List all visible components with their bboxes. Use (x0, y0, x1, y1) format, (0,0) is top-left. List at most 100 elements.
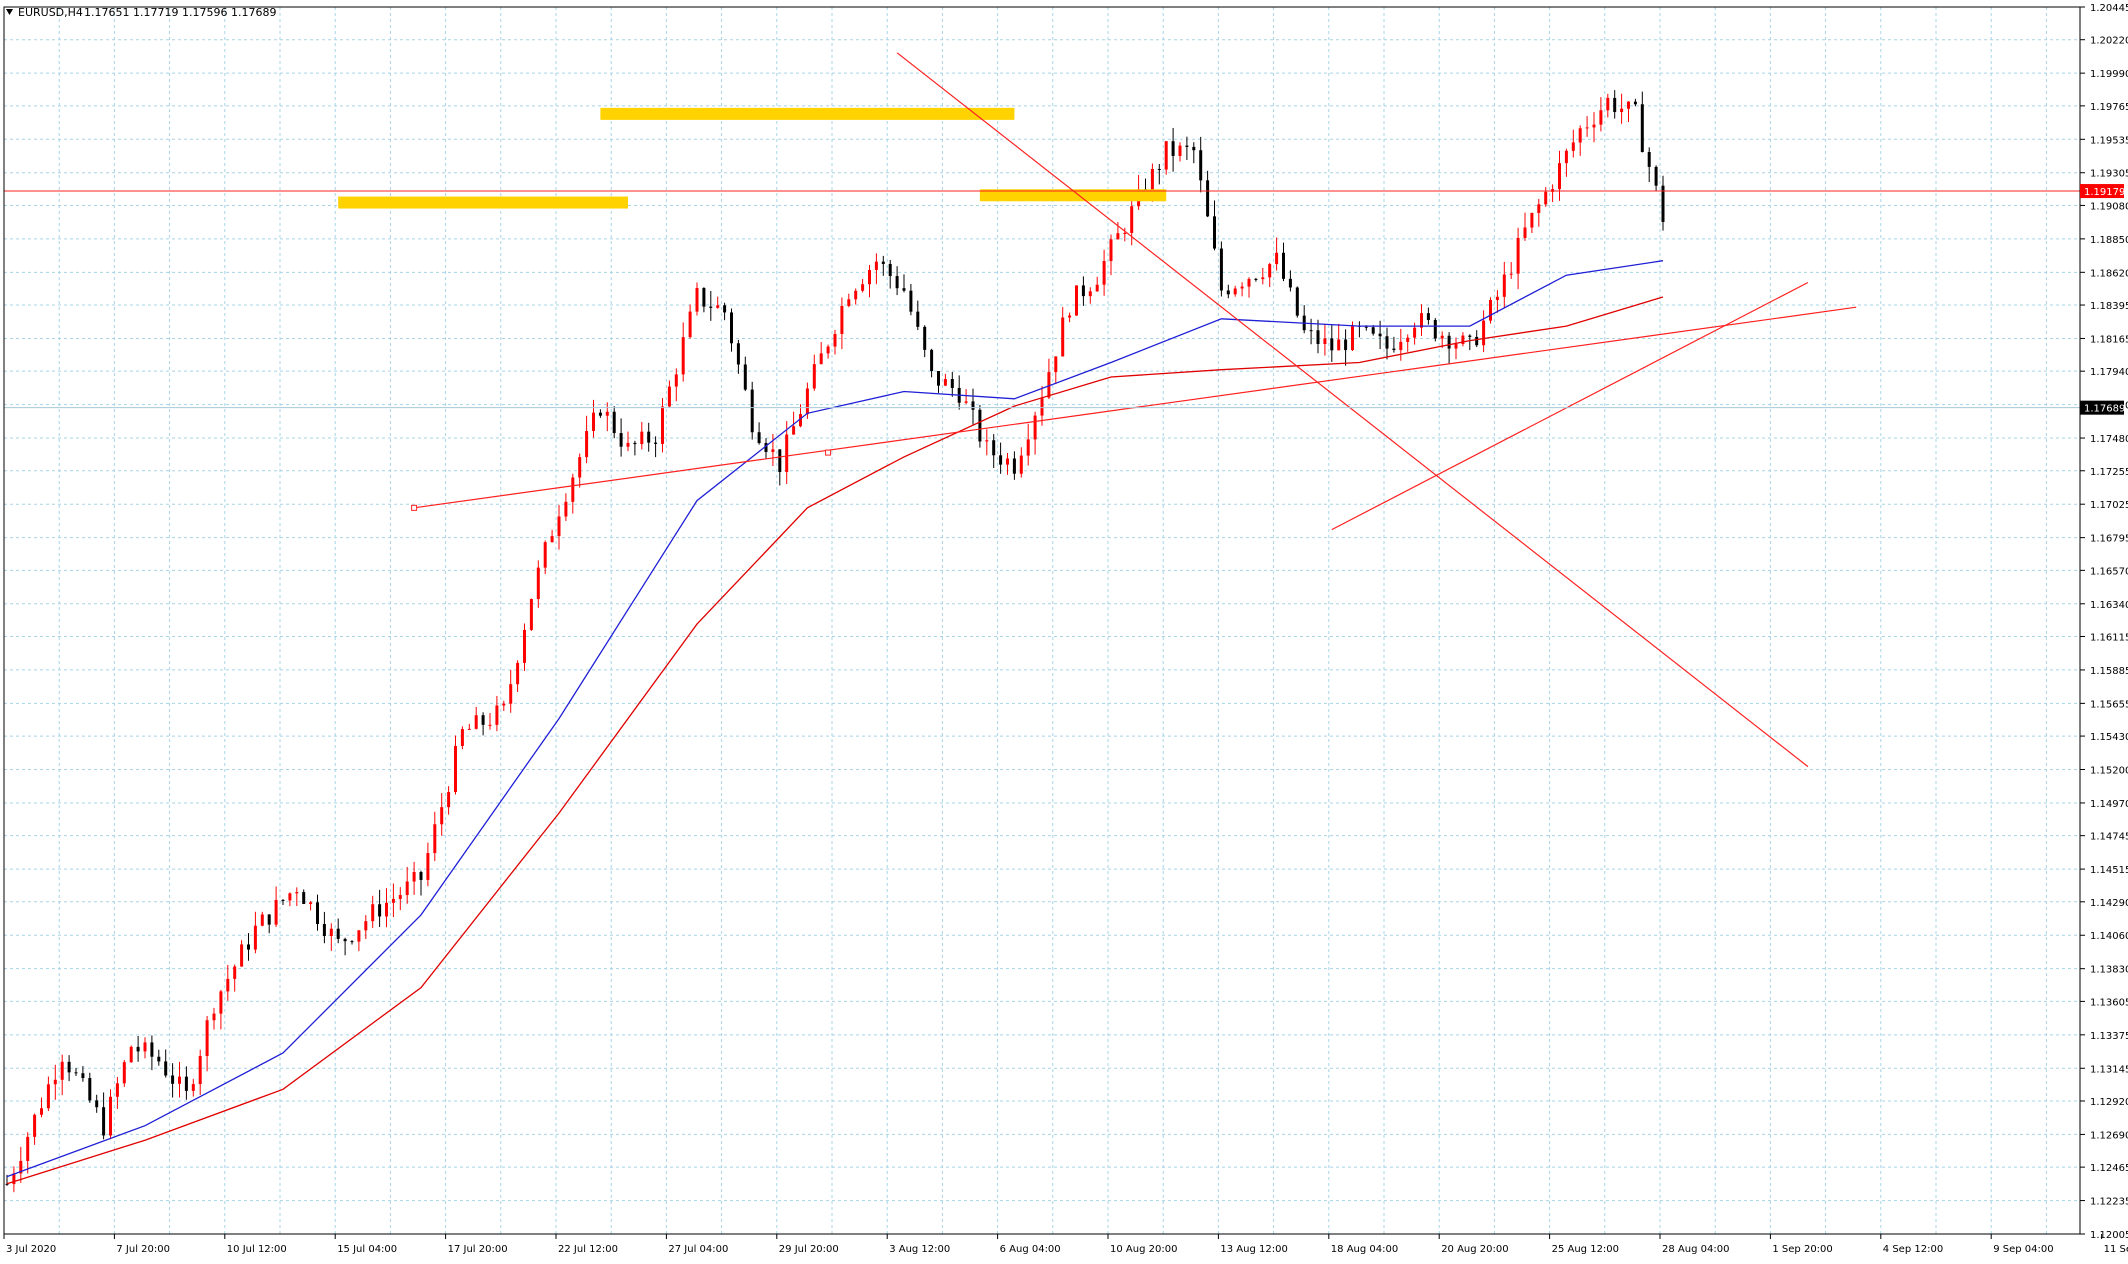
bull-candle[interactable] (1599, 110, 1603, 125)
bull-candle[interactable] (1054, 356, 1058, 373)
bull-candle[interactable] (1275, 252, 1279, 265)
bear-candle[interactable] (709, 306, 713, 308)
bear-candle[interactable] (184, 1076, 188, 1091)
bull-candle[interactable] (771, 449, 775, 452)
bull-candle[interactable] (440, 807, 444, 825)
bear-candle[interactable] (378, 904, 382, 917)
bull-candle[interactable] (1406, 337, 1410, 342)
bear-candle[interactable] (971, 401, 975, 410)
bear-candle[interactable] (1468, 335, 1472, 337)
bear-candle[interactable] (612, 411, 616, 434)
bear-candle[interactable] (481, 715, 485, 725)
bear-candle[interactable] (1288, 278, 1292, 288)
bear-candle[interactable] (654, 442, 658, 444)
bull-candle[interactable] (667, 386, 671, 407)
bear-candle[interactable] (1192, 146, 1196, 151)
bear-candle[interactable] (1447, 335, 1451, 349)
bear-candle[interactable] (171, 1075, 175, 1084)
bull-candle[interactable] (1502, 274, 1506, 297)
bull-candle[interactable] (219, 991, 223, 1014)
bull-candle[interactable] (661, 406, 664, 444)
bull-candle[interactable] (1337, 339, 1341, 351)
bull-candle[interactable] (240, 944, 244, 967)
bull-candle[interactable] (578, 457, 582, 478)
bull-candle[interactable] (529, 598, 533, 630)
resistance-zone[interactable] (338, 196, 628, 209)
bear-candle[interactable] (743, 364, 747, 390)
bear-candle[interactable] (81, 1073, 85, 1079)
bull-candle[interactable] (1123, 232, 1127, 234)
bear-candle[interactable] (902, 288, 906, 291)
bull-candle[interactable] (943, 379, 947, 386)
bull-candle[interactable] (1544, 191, 1548, 205)
bear-candle[interactable] (1640, 104, 1644, 153)
bull-candle[interactable] (198, 1055, 202, 1085)
bear-candle[interactable] (1475, 336, 1479, 346)
bull-candle[interactable] (129, 1046, 133, 1063)
bull-candle[interactable] (1627, 101, 1630, 109)
bull-candle[interactable] (460, 729, 464, 746)
bull-candle[interactable] (516, 662, 520, 685)
bull-candle[interactable] (447, 792, 451, 808)
bear-candle[interactable] (1206, 180, 1210, 217)
bull-candle[interactable] (847, 299, 851, 306)
bull-candle[interactable] (1620, 108, 1624, 113)
bear-candle[interactable] (1282, 252, 1285, 279)
bull-candle[interactable] (1454, 343, 1458, 349)
bear-candle[interactable] (1371, 327, 1375, 334)
bear-candle[interactable] (1654, 166, 1658, 186)
bull-candle[interactable] (571, 477, 575, 502)
bear-candle[interactable] (888, 263, 892, 277)
bull-candle[interactable] (812, 364, 816, 389)
bear-candle[interactable] (909, 290, 913, 312)
bear-candle[interactable] (757, 432, 761, 444)
bull-candle[interactable] (364, 921, 368, 931)
bull-candle[interactable] (1247, 278, 1251, 287)
bear-candle[interactable] (937, 371, 940, 386)
bear-candle[interactable] (647, 431, 651, 443)
bear-candle[interactable] (316, 902, 319, 924)
bull-candle[interactable] (605, 411, 609, 416)
bull-candle[interactable] (40, 1108, 43, 1115)
bear-candle[interactable] (267, 914, 271, 925)
bull-candle[interactable] (1040, 397, 1044, 416)
bull-candle[interactable] (53, 1079, 57, 1085)
chart-window[interactable]: 1.20445 1.20220 1.19990 1.19765 1.19535 1.193… (0, 0, 2128, 1260)
trendline-anchor[interactable] (825, 449, 832, 456)
bull-candle[interactable] (1178, 145, 1182, 156)
bear-candle[interactable] (1213, 216, 1216, 249)
bull-candle[interactable] (1489, 299, 1492, 321)
bear-candle[interactable] (1157, 168, 1161, 170)
bull-candle[interactable] (1095, 284, 1099, 292)
bear-candle[interactable] (1433, 319, 1437, 339)
bull-candle[interactable] (1606, 97, 1610, 111)
bull-candle[interactable] (1413, 327, 1417, 338)
bear-candle[interactable] (1613, 97, 1617, 113)
bear-candle[interactable] (923, 326, 927, 350)
bull-candle[interactable] (585, 430, 589, 458)
bear-candle[interactable] (1364, 326, 1368, 328)
bull-candle[interactable] (785, 434, 789, 472)
bull-candle[interactable] (1571, 142, 1575, 151)
bull-candle[interactable] (1351, 325, 1354, 351)
bear-candle[interactable] (247, 944, 250, 950)
bear-candle[interactable] (1633, 101, 1637, 105)
bull-candle[interactable] (405, 881, 409, 896)
bull-candle[interactable] (509, 684, 513, 704)
bear-candle[interactable] (1344, 339, 1348, 351)
bull-candle[interactable] (1523, 227, 1527, 238)
bull-candle[interactable] (861, 284, 865, 291)
bull-candle[interactable] (1130, 206, 1134, 233)
bear-candle[interactable] (1171, 141, 1175, 156)
trendline-anchor[interactable] (411, 504, 418, 511)
bull-candle[interactable] (295, 892, 299, 894)
bull-candle[interactable] (1578, 128, 1582, 143)
bull-candle[interactable] (467, 728, 471, 730)
bear-candle[interactable] (992, 440, 996, 456)
bull-candle[interactable] (1268, 264, 1272, 278)
bear-candle[interactable] (730, 312, 733, 344)
bull-candle[interactable] (695, 287, 699, 312)
bear-candle[interactable] (930, 349, 934, 372)
bull-candle[interactable] (143, 1042, 147, 1052)
bull-candle[interactable] (412, 871, 416, 882)
